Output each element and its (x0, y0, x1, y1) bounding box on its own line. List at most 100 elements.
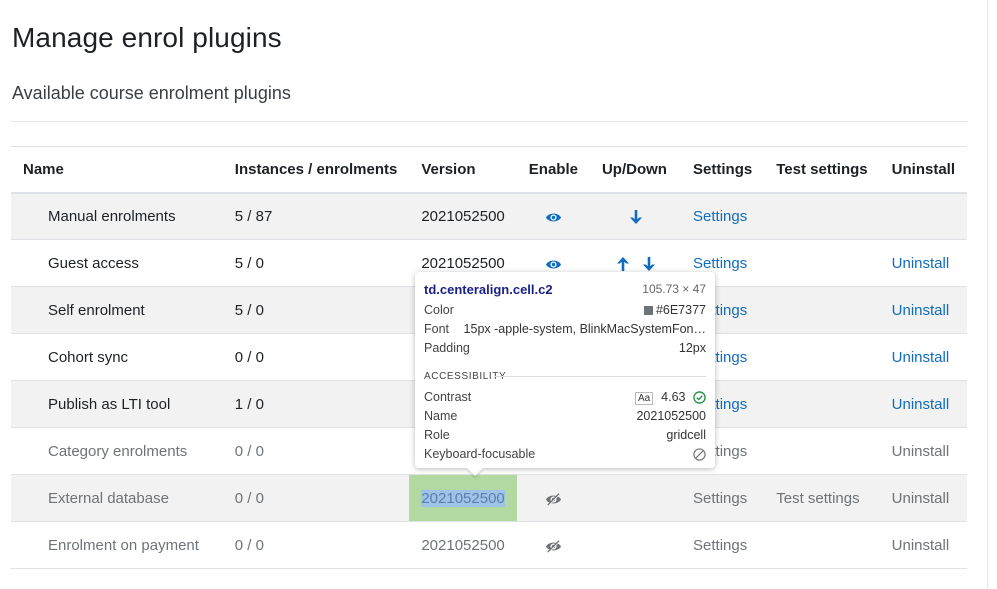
eye-slash-icon[interactable] (545, 538, 562, 554)
plugin-instances: 0 / 0 (222, 333, 410, 381)
settings-link[interactable]: Settings (693, 208, 747, 225)
arrow-down-icon[interactable] (628, 209, 644, 225)
test-settings-cell (764, 333, 880, 381)
selected-text: 2021052500 (421, 489, 505, 507)
settings-link[interactable]: Settings (693, 537, 747, 554)
header-test-settings: Test settings (764, 146, 880, 194)
tooltip-caret (467, 468, 483, 476)
settings-cell: Settings (681, 474, 765, 522)
plugin-name: Manual enrolments (11, 192, 223, 240)
plugin-name: Cohort sync (11, 333, 223, 381)
uninstall-cell: Uninstall (879, 286, 967, 334)
uninstall-cell: Uninstall (879, 239, 967, 287)
header-instances: Instances / enrolments (222, 146, 410, 194)
header-enable: Enable (516, 146, 590, 194)
tooltip-color-value: #6E7377 (655, 303, 706, 317)
color-swatch (643, 306, 653, 316)
devtools-inspect-tooltip: td.centeralign.cell.c2 105.73 × 47 Color… (415, 272, 715, 476)
updown-cell (589, 474, 682, 522)
plugin-instances: 1 / 0 (222, 380, 410, 428)
updown-cell (589, 192, 682, 240)
page-edge-divider (987, 0, 988, 589)
plugin-instances: 0 / 0 (222, 521, 410, 569)
uninstall-cell: Uninstall (879, 333, 967, 381)
uninstall-link[interactable]: Uninstall (892, 302, 950, 319)
test-settings-cell (764, 239, 880, 287)
tooltip-name-value: 2021052500 (636, 409, 706, 423)
tooltip-dimensions: 105.73 × 47 (642, 282, 706, 296)
eye-icon[interactable] (545, 256, 562, 272)
tooltip-contrast-label: Contrast (424, 390, 472, 404)
tooltip-role-label: Role (424, 428, 450, 442)
uninstall-link[interactable]: Uninstall (892, 349, 950, 366)
enable-toggle-cell[interactable] (516, 521, 590, 569)
plugin-instances: 5 / 87 (222, 192, 410, 240)
table-header-row: Name Instances / enrolments Version Enab… (11, 146, 967, 194)
enable-toggle-cell[interactable] (516, 192, 590, 240)
tooltip-font-label: Font (424, 322, 450, 336)
test-settings-cell (764, 286, 880, 334)
settings-cell: Settings (681, 192, 765, 240)
header-uninstall: Uninstall (879, 146, 967, 194)
uninstall-cell: Uninstall (879, 427, 967, 475)
test-settings-cell: Test settings (764, 474, 880, 522)
plugin-version: 2021052500 (409, 192, 517, 240)
tooltip-divider (495, 376, 706, 377)
header-version: Version (409, 146, 517, 194)
table-row: External database 0 / 0 2021052500 Settings… (11, 474, 967, 522)
table-row: Enrolment on payment 0 / 0 2021052500 Setti… (11, 521, 967, 569)
tooltip-name-label: Name (424, 409, 458, 423)
settings-link[interactable]: Settings (693, 490, 747, 507)
tooltip-font-value: 15px -apple-system, BlinkMacSystemFon… (463, 322, 706, 336)
tooltip-padding-label: Padding (424, 341, 470, 355)
uninstall-cell: Uninstall (879, 521, 967, 569)
section-subtitle: Available course enrolment plugins (12, 83, 291, 103)
plugin-instances: 5 / 0 (222, 239, 410, 287)
test-settings-cell (764, 427, 880, 475)
tooltip-role-value: gridcell (666, 428, 706, 442)
eye-icon[interactable] (545, 209, 562, 225)
plugin-name: Publish as LTI tool (11, 380, 223, 428)
header-name[interactable]: Name (11, 146, 223, 194)
prohibited-icon (693, 447, 706, 461)
arrow-up-icon[interactable] (615, 256, 631, 272)
check-circle-icon (693, 390, 706, 404)
plugin-name: Guest access (11, 239, 223, 287)
settings-cell: Settings (681, 521, 765, 569)
plugin-name: Enrolment on payment (11, 521, 223, 569)
updown-cell (589, 521, 682, 569)
uninstall-link[interactable]: Uninstall (892, 255, 950, 272)
plugin-instances: 5 / 0 (222, 286, 410, 334)
uninstall-link[interactable]: Uninstall (892, 537, 950, 554)
divider (11, 121, 967, 122)
enable-toggle-cell[interactable] (516, 474, 590, 522)
plugin-name: Self enrolment (11, 286, 223, 334)
header-updown: Up/Down (589, 146, 682, 194)
plugin-version: 2021052500 (409, 521, 517, 569)
test-settings-cell (764, 192, 880, 240)
header-settings: Settings (681, 146, 765, 194)
tooltip-contrast-value: 4.63 (661, 389, 686, 404)
page-title: Manage enrol plugins (12, 22, 282, 53)
uninstall-cell: Uninstall (879, 474, 967, 522)
plugin-name: Category enrolments (11, 427, 223, 475)
contrast-aa-badge: Aa (634, 391, 654, 405)
uninstall-link[interactable]: Uninstall (892, 396, 950, 413)
tooltip-section-accessibility: ACCESSIBILITY (424, 370, 507, 382)
tooltip-color-label: Color (424, 303, 454, 317)
test-settings-cell (764, 521, 880, 569)
plugin-instances: 0 / 0 (222, 427, 410, 475)
plugin-instances: 0 / 0 (222, 474, 410, 522)
eye-slash-icon[interactable] (545, 491, 562, 507)
tooltip-focusable-label: Keyboard-focusable (424, 447, 536, 461)
test-settings-cell (764, 380, 880, 428)
table-row: Manual enrolments 5 / 87 2021052500 Setting… (11, 192, 967, 240)
uninstall-cell: Uninstall (879, 380, 967, 428)
uninstall-link[interactable]: Uninstall (892, 443, 950, 460)
arrow-down-icon[interactable] (641, 256, 657, 272)
test-settings-link[interactable]: Test settings (776, 490, 859, 507)
uninstall-cell (879, 192, 967, 240)
tooltip-padding-value: 12px (678, 341, 706, 355)
settings-link[interactable]: Settings (693, 255, 747, 272)
uninstall-link[interactable]: Uninstall (892, 490, 950, 507)
